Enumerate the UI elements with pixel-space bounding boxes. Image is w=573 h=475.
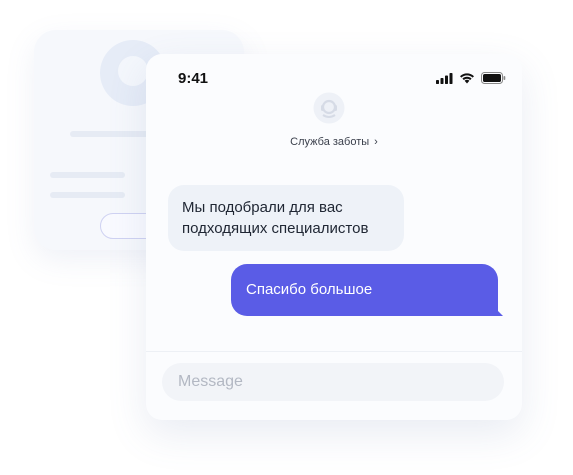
- cellular-signal-icon: [436, 72, 453, 84]
- agent-name: Служба заботы: [290, 136, 370, 148]
- chevron-right-icon: ›: [374, 136, 378, 148]
- agent-name-link[interactable]: Служба заботы ›: [146, 136, 522, 148]
- background-line: [50, 172, 125, 178]
- message-input[interactable]: [162, 363, 504, 401]
- status-time: 9:41: [178, 70, 209, 87]
- support-headset-icon[interactable]: [313, 92, 345, 124]
- incoming-message: Мы подобрали для вас подходящих специали…: [168, 185, 404, 251]
- background-line: [50, 192, 125, 198]
- status-icons: [436, 72, 506, 84]
- outgoing-message: Спасибо большое: [231, 264, 498, 316]
- battery-icon: [481, 72, 506, 84]
- outgoing-bubble-tail: [493, 306, 503, 316]
- wifi-icon: [460, 73, 474, 84]
- chat-screen: 9:41 Служба заботы › Мы подобрали для вас…: [146, 54, 522, 420]
- composer-divider: [146, 351, 522, 352]
